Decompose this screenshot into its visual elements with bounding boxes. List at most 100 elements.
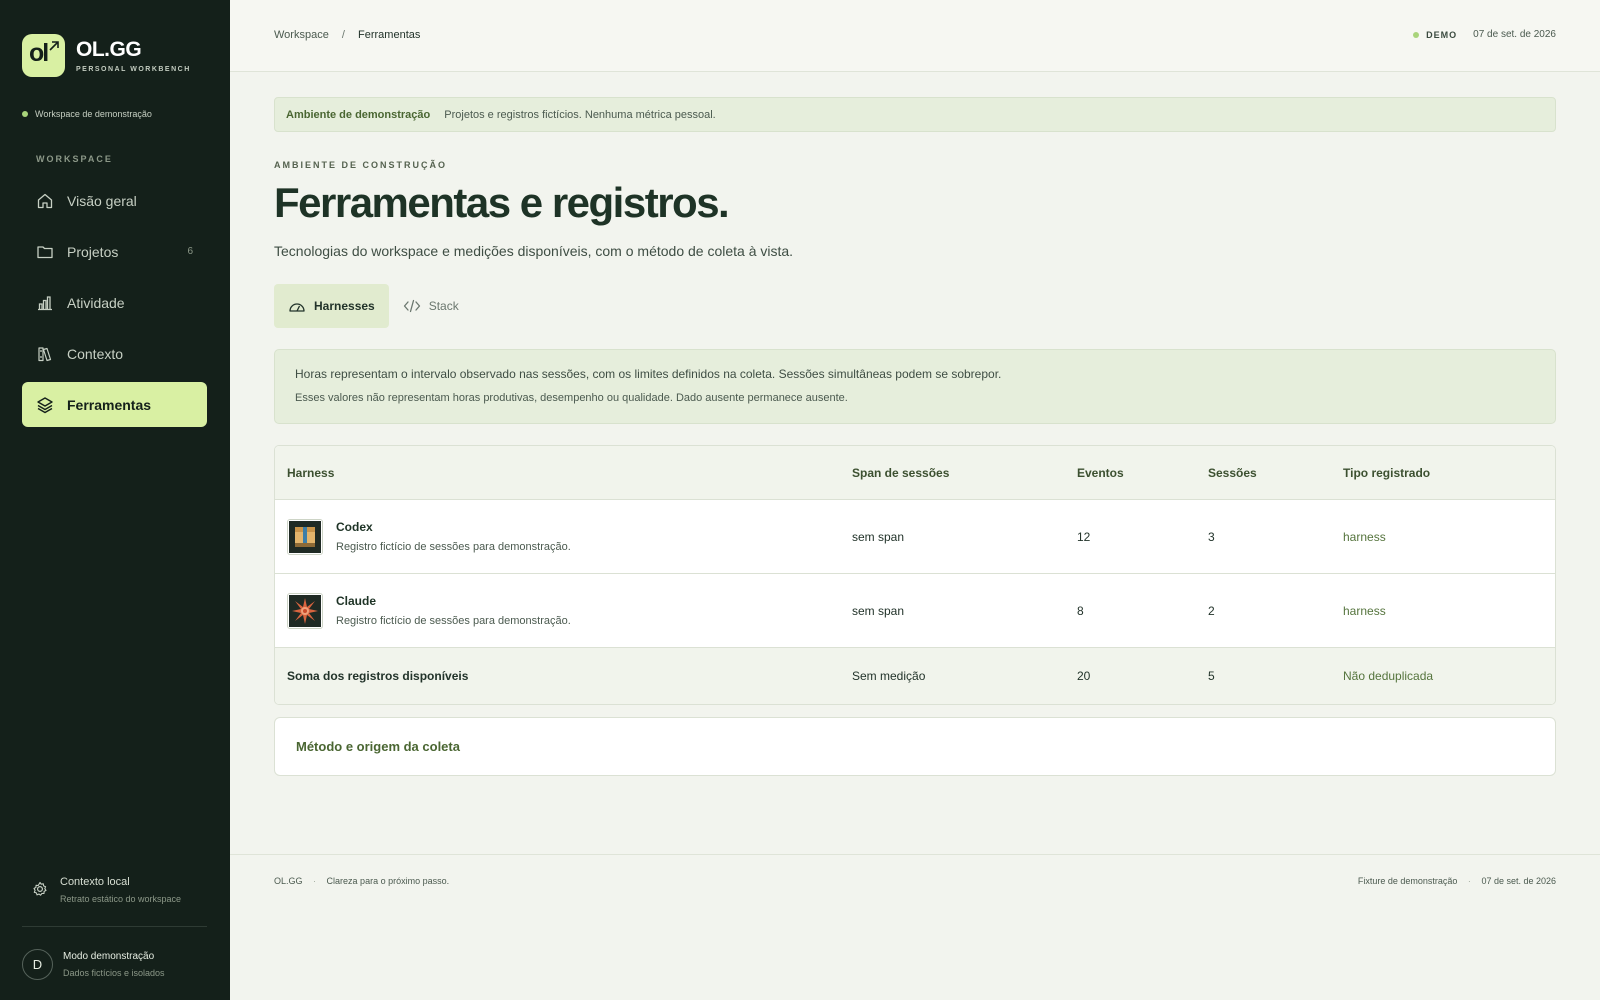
main-content: Ambiente de demonstração Projetos e regi… [274,97,1556,776]
codex-icon [287,518,323,555]
page-subtitle: Tecnologias do workspace e medições disp… [274,243,794,259]
arrow-up-right-icon [49,41,59,51]
sidebar-item-atividade[interactable]: Atividade [22,280,207,325]
local-context[interactable]: Contexto local Retrato estático do works… [32,876,181,904]
gauge-icon [289,303,305,312]
col-header-type: Tipo registrado [1343,465,1431,480]
sidebar-item-label: Projetos [67,243,119,260]
sidebar-item-projetos[interactable]: Projetos 6 [22,229,207,274]
col-header-span: Span de sessões [852,465,950,480]
tab-label: Harnesses [314,299,375,313]
harness-name: Codex [336,520,373,534]
logo[interactable]: ol OL.GG PERSONAL WORKBENCH [22,34,191,77]
cell-events: 12 [1077,529,1091,544]
cell-type: harness [1343,529,1386,544]
total-type: Não deduplicada [1343,669,1434,683]
table-row[interactable]: Claude Registro fictício de sessões para… [275,574,1555,648]
bar-chart-icon [38,295,52,310]
footer-brand: OL.GG [274,876,303,886]
footer-tagline: Clareza para o próximo passo. [326,876,450,886]
sidebar-item-label: Visão geral [67,192,137,209]
user-mode-title: Modo demonstração [63,951,155,962]
breadcrumb-separator: / [341,29,345,41]
sidebar-item-label: Contexto [67,345,124,362]
harness-description: Registro fictício de sessões para demons… [336,541,571,553]
demo-badge: DEMO [1413,30,1457,40]
cell-span: sem span [852,529,905,544]
footer-right: Fixture de demonstração · 07 de set. de … [1358,876,1556,886]
workspace-status-label: Workspace de demonstração [35,109,152,119]
footer-date: 07 de set. de 2026 [1481,876,1556,886]
logo-mark-text: ol [29,39,49,67]
sidebar-item-visao-geral[interactable]: Visão geral [22,178,207,223]
brand-subtitle: PERSONAL WORKBENCH [76,66,191,73]
breadcrumb-current: Ferramentas [358,29,421,41]
tabs: Harnesses Stack [274,284,1556,328]
breadcrumb-workspace[interactable]: Workspace [274,29,329,41]
note-line-1: Horas representam o intervalo observado … [295,367,1002,381]
user-profile[interactable]: D Modo demonstração Dados fictícios e is… [22,949,165,980]
method-origin-expander[interactable]: Método e origem da coleta [274,717,1556,776]
local-context-subtitle: Retrato estático do workspace [60,894,182,904]
total-sessions: 5 [1208,669,1215,683]
page-eyebrow: AMBIENTE DE CONSTRUÇÃO [274,160,448,170]
books-icon [38,346,52,361]
banner-text: Projetos e registros fictícios. Nenhuma … [444,108,716,121]
sidebar-item-contexto[interactable]: Contexto [22,331,207,376]
tab-harnesses[interactable]: Harnesses [274,284,389,328]
demo-banner: Ambiente de demonstração Projetos e regi… [274,97,1556,132]
banner-title: Ambiente de demonstração [286,108,431,121]
brand-title: OL.GG [76,38,142,61]
workspace-status: Workspace de demonstração [22,109,152,119]
topbar-date: 07 de set. de 2026 [1473,29,1556,40]
sidebar-item-label: Atividade [67,294,125,311]
harness-description: Registro fictício de sessões para demons… [336,615,571,627]
breadcrumb: Workspace / Ferramentas [274,29,420,41]
topbar-meta: DEMO 07 de set. de 2026 [1413,29,1556,40]
page-title: Ferramentas e registros. [274,179,730,226]
nav-heading: WORKSPACE [36,154,113,164]
sidebar-item-label: Ferramentas [67,396,152,413]
sidebar-nav: Visão geral Projetos 6 Atividade Context… [22,178,207,433]
tab-label: Stack [428,299,459,313]
table-header: Harness Span de sessões Eventos Sessões … [275,446,1555,500]
cell-type: harness [1343,603,1386,618]
footer-separator: · [1467,876,1471,886]
cell-events: 8 [1077,603,1084,618]
logo-mark-icon: ol [22,34,65,77]
footer-fixture: Fixture de demonstração [1357,876,1458,886]
cell-span: sem span [852,603,905,618]
home-icon [37,193,53,208]
table-total-row: Soma dos registros disponíveis Sem mediç… [275,648,1555,704]
demo-badge-label: DEMO [1426,29,1458,40]
total-label: Soma dos registros disponíveis [287,669,469,683]
footer-left: OL.GG · Clareza para o próximo passo. [274,876,449,886]
gear-icon [33,881,47,896]
footer-separator: · [313,876,317,886]
sidebar: ol OL.GG PERSONAL WORKBENCH Workspace de… [0,0,230,1000]
projects-count-badge: 6 [187,246,193,257]
code-icon [403,299,420,313]
col-header-sessions: Sessões [1208,465,1257,480]
local-context-title: Contexto local [60,876,130,888]
cell-sessions: 3 [1208,529,1215,544]
method-origin-label: Método e origem da coleta [296,739,460,754]
note-line-2: Esses valores não representam horas prod… [295,392,848,404]
status-dot-icon [1413,31,1420,38]
topbar: Workspace / Ferramentas DEMO 07 de set. … [230,0,1600,72]
avatar: D [22,949,53,980]
tab-stack[interactable]: Stack [389,284,473,328]
sidebar-item-ferramentas[interactable]: Ferramentas [22,382,207,427]
cell-sessions: 2 [1208,603,1215,618]
folder-icon [37,245,53,258]
sidebar-divider [22,926,207,927]
user-mode-subtitle: Dados fictícios e isolados [63,968,165,978]
layers-icon [37,396,53,413]
claude-icon [287,592,323,629]
total-span: Sem medição [852,669,926,683]
harness-name: Claude [336,594,377,608]
table-row[interactable]: Codex Registro fictício de sessões para … [275,500,1555,574]
col-header-harness: Harness [287,465,335,480]
footer-divider [230,854,1600,855]
info-note: Horas representam o intervalo observado … [274,349,1556,424]
